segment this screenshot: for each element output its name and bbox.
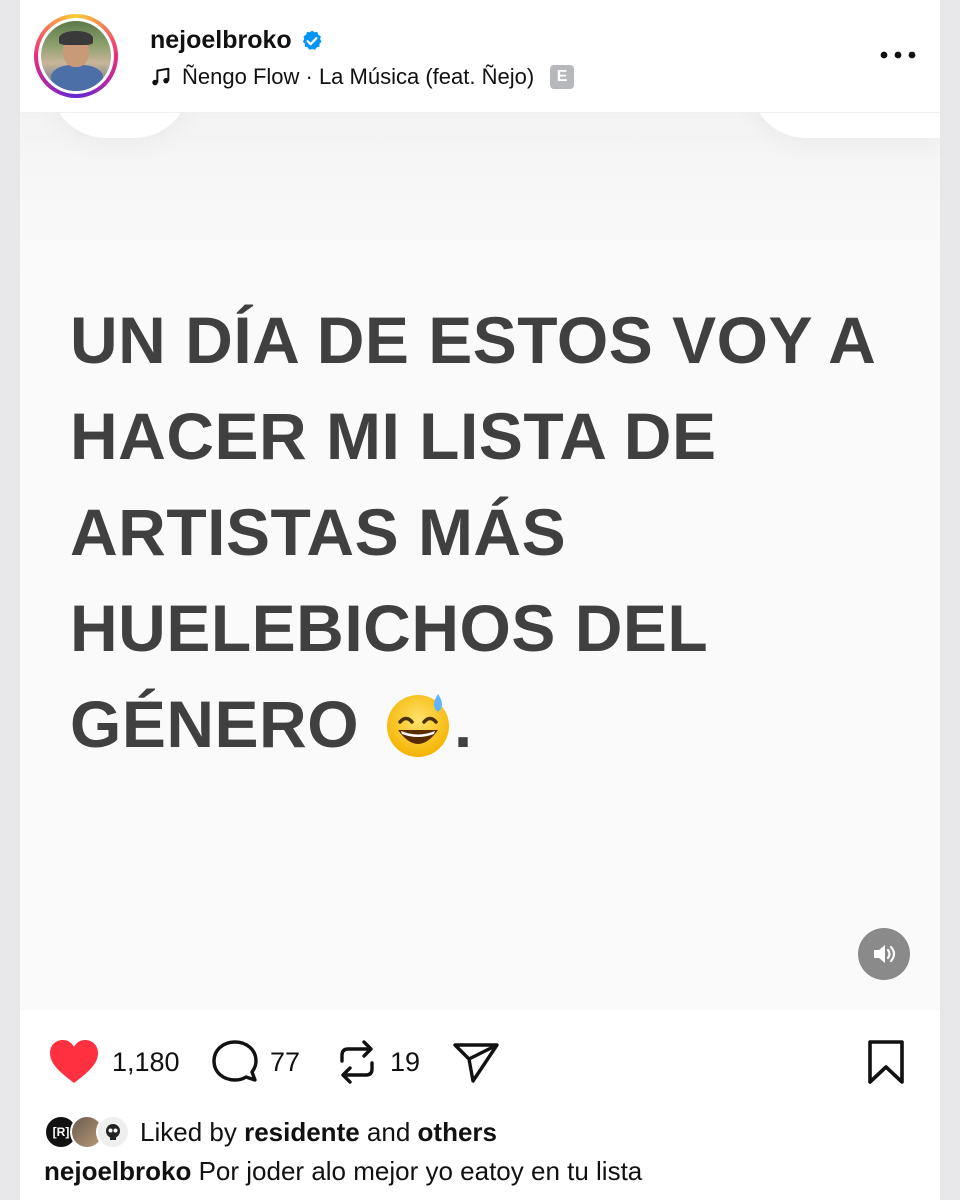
repost-icon [340, 1040, 374, 1084]
bookmark-icon [868, 1040, 904, 1084]
comment-count: 77 [270, 1046, 301, 1077]
story-ring[interactable] [34, 14, 118, 98]
liked-by-user[interactable]: residente [244, 1117, 360, 1147]
like-count: 1,180 [112, 1046, 180, 1077]
post-header: nejoelbroko Ñengo Flow · La Música (feat… [20, 0, 940, 113]
liked-by-avatars: [R] [44, 1115, 130, 1149]
speaker-icon [874, 945, 896, 963]
post-line-2: HACER MI LISTA DE [70, 399, 717, 473]
post-line-5: GÉNERO [70, 687, 360, 761]
post-image-text: UN DÍA DE ESTOS VOY A HACER MI LISTA DE AR… [70, 292, 930, 772]
username[interactable]: nejoelbroko [150, 26, 292, 55]
post-frame: nejoelbroko Ñengo Flow · La Música (feat… [20, 0, 940, 1200]
post-line-3: ARTISTAS MÁS [70, 495, 567, 569]
audio-info[interactable]: Ñengo Flow · La Música (feat. Ñejo) E [150, 64, 575, 90]
liked-by-text: Liked by residente and others [140, 1116, 498, 1147]
save-button[interactable] [866, 1030, 906, 1094]
share-button[interactable] [452, 1030, 500, 1094]
comment-button[interactable]: 77 [212, 1030, 300, 1094]
liker-avatar [96, 1115, 130, 1149]
song-title: Ñengo Flow · La Música (feat. Ñejo) [182, 64, 535, 89]
like-button[interactable]: 1,180 [48, 1030, 180, 1094]
repost-count: 19 [390, 1046, 421, 1077]
more-options-button[interactable] [878, 40, 918, 70]
caption-username[interactable]: nejoelbroko [44, 1156, 191, 1186]
explicit-badge: E [550, 65, 575, 89]
post-media[interactable]: UN DÍA DE ESTOS VOY A HACER MI LISTA DE AR… [20, 82, 940, 1010]
sound-toggle-button[interactable] [858, 928, 910, 980]
caption-text: Por joder alo mejor yo eatoy en tu lista [198, 1156, 643, 1186]
post-caption: nejoelbroko Por joder alo mejor yo eatoy… [44, 1156, 642, 1187]
sweat-smile-emoji-icon [382, 688, 454, 760]
skull-icon [106, 1124, 120, 1140]
liked-by-others[interactable]: others [418, 1117, 497, 1147]
post-line-1: UN DÍA DE ESTOS VOY A [70, 303, 877, 377]
verified-badge-icon [302, 30, 322, 50]
comment-icon [212, 1040, 258, 1082]
liked-by-row[interactable]: [R] Liked by residente and others [44, 1112, 497, 1152]
post-line-5-punct: . [453, 687, 473, 761]
send-icon [453, 1043, 499, 1083]
post-line-4: HUELEBICHOS DEL [70, 591, 709, 665]
post-actions: 1,180 77 19 [20, 1030, 940, 1094]
more-dots-icon [880, 51, 916, 59]
repost-button[interactable]: 19 [336, 1030, 420, 1094]
heart-icon [50, 1040, 98, 1083]
music-note-icon [152, 67, 170, 86]
avatar [41, 21, 111, 91]
